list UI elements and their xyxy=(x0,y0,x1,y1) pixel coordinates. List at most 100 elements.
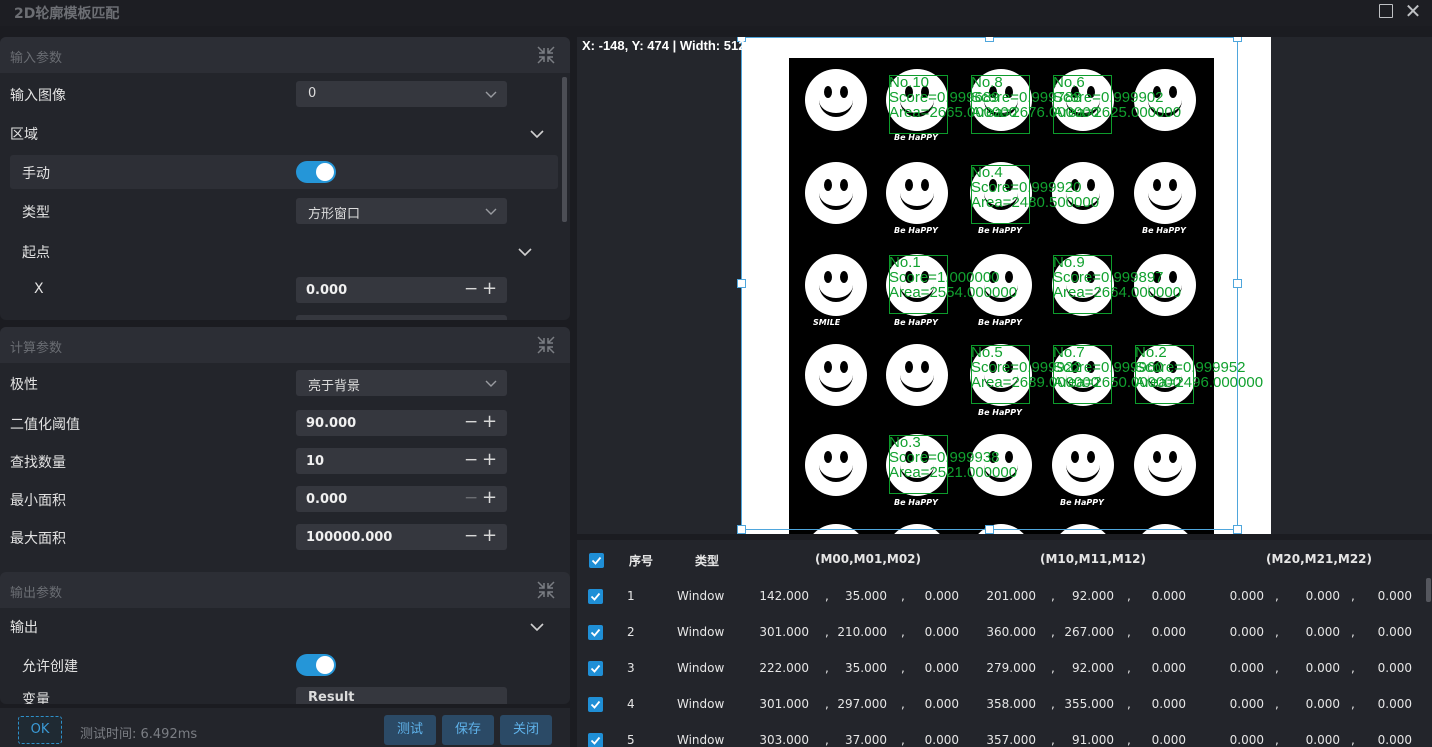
output-row[interactable]: 输出 xyxy=(0,609,560,643)
cell-separator: , xyxy=(1051,697,1055,711)
cell-separator: , xyxy=(901,625,905,639)
coordinate-readout: X: -148, Y: 474 | Width: 512, Height: 48… xyxy=(582,38,823,53)
cell-separator: , xyxy=(1275,733,1279,747)
collapse-icon[interactable] xyxy=(536,580,556,600)
row-checkbox[interactable] xyxy=(588,625,603,640)
header-index: 序号 xyxy=(629,554,654,568)
cell-type: Window xyxy=(677,697,725,711)
maximize-icon[interactable] xyxy=(1377,2,1395,20)
increment-button[interactable]: + xyxy=(482,449,497,470)
manual-toggle[interactable] xyxy=(296,161,336,183)
min-area-spinbox[interactable]: 0.000 − + xyxy=(296,486,507,512)
close-button[interactable]: 关闭 xyxy=(500,715,552,745)
cell-separator: , xyxy=(901,661,905,675)
cell-separator: , xyxy=(901,589,905,603)
cell-value: 301.000 xyxy=(759,625,809,639)
polarity-select[interactable]: 亮于背景 xyxy=(296,370,507,396)
chevron-down-icon xyxy=(485,208,497,215)
allow-create-toggle[interactable] xyxy=(296,654,336,676)
section-title: 输入参数 xyxy=(10,51,63,66)
cell-value: 92.000 xyxy=(1072,661,1114,675)
cell-value: 0.000 xyxy=(924,661,959,675)
find-count-label: 查找数量 xyxy=(10,455,66,471)
ok-button[interactable]: OK xyxy=(18,716,62,744)
roi-handle[interactable] xyxy=(1233,37,1242,42)
cell-index: 1 xyxy=(627,589,635,603)
cell-value: 0.000 xyxy=(1305,733,1340,747)
row-checkbox[interactable] xyxy=(588,733,603,747)
cell-separator: , xyxy=(1275,589,1279,603)
type-label: 类型 xyxy=(22,205,50,221)
roi-handle[interactable] xyxy=(985,37,994,42)
cell-separator: , xyxy=(1127,625,1131,639)
collapse-icon[interactable] xyxy=(536,45,556,65)
cell-value: 0.000 xyxy=(1229,625,1264,639)
decrement-button[interactable]: − xyxy=(464,488,478,508)
increment-button[interactable]: + xyxy=(482,525,497,546)
max-area-label: 最大面积 xyxy=(10,531,66,547)
decrement-button[interactable]: − xyxy=(464,526,478,546)
min-area-label: 最小面积 xyxy=(10,493,66,509)
chevron-down-icon[interactable] xyxy=(530,127,544,141)
cell-value: 358.000 xyxy=(986,697,1036,711)
cell-value: 0.000 xyxy=(924,589,959,603)
cell-separator: , xyxy=(1351,661,1355,675)
x-spinbox[interactable]: 0.000 − + xyxy=(296,277,507,303)
cell-separator: , xyxy=(1351,697,1355,711)
decrement-button[interactable]: − xyxy=(464,279,478,299)
test-button[interactable]: 测试 xyxy=(384,715,436,745)
cell-value: 0.000 xyxy=(1229,661,1264,675)
polarity-row: 极性 亮于背景 xyxy=(0,366,560,400)
header-m2: (M20,M21,M22) xyxy=(1266,552,1373,566)
cell-type: Window xyxy=(677,733,725,747)
roi-handle[interactable] xyxy=(737,279,746,288)
increment-button[interactable]: + xyxy=(482,278,497,299)
increment-button[interactable]: + xyxy=(482,411,497,432)
window-title: 2D轮廓模板匹配 xyxy=(14,6,120,22)
table-scrollbar[interactable] xyxy=(1426,578,1431,602)
row-checkbox[interactable] xyxy=(588,661,603,676)
input-params-header[interactable]: 输入参数 xyxy=(0,37,570,73)
roi-handle[interactable] xyxy=(1233,525,1242,534)
region-row[interactable]: 区域 xyxy=(0,116,560,150)
close-icon[interactable]: ✕ xyxy=(1404,1,1422,21)
roi-handle[interactable] xyxy=(737,525,746,534)
calc-params-header[interactable]: 计算参数 xyxy=(0,327,570,363)
roi-rectangle[interactable] xyxy=(741,37,1238,530)
variable-row: 变量 Result xyxy=(0,685,560,704)
output-params-header[interactable]: 输出参数 xyxy=(0,572,570,608)
roi-handle[interactable] xyxy=(1233,279,1242,288)
decrement-button[interactable]: − xyxy=(464,412,478,432)
cell-value: 35.000 xyxy=(845,589,887,603)
type-value: 方形窗口 xyxy=(308,207,361,222)
variable-field[interactable]: Result xyxy=(296,687,507,704)
image-viewer[interactable]: Be HaPPY Be HaPPY Be HaPPY Be HaPPY Be HaPPY… xyxy=(577,37,1432,534)
find-count-spinbox[interactable]: 10 − + xyxy=(296,448,507,474)
chevron-down-icon[interactable] xyxy=(530,620,544,634)
cell-value: 142.000 xyxy=(759,589,809,603)
collapse-icon[interactable] xyxy=(536,335,556,355)
results-table: 序号 类型 (M00,M01,M02) (M10,M11,M12) (M20,M… xyxy=(577,540,1432,747)
row-checkbox[interactable] xyxy=(588,589,603,604)
roi-handle[interactable] xyxy=(985,525,994,534)
start-point-row[interactable]: 起点 xyxy=(0,234,560,268)
type-select[interactable]: 方形窗口 xyxy=(296,198,507,224)
cell-separator: , xyxy=(1275,661,1279,675)
header-type: 类型 xyxy=(695,554,720,568)
select-all-checkbox[interactable] xyxy=(589,553,604,568)
scrollbar[interactable] xyxy=(562,77,567,222)
cell-value: 201.000 xyxy=(986,589,1036,603)
max-area-spinbox[interactable]: 100000.000 − + xyxy=(296,524,507,550)
decrement-button[interactable]: − xyxy=(464,450,478,470)
cell-index: 3 xyxy=(627,661,635,675)
input-image-value: 0 xyxy=(308,86,317,101)
cell-value: 303.000 xyxy=(759,733,809,747)
threshold-spinbox[interactable]: 90.000 − + xyxy=(296,410,507,436)
save-button[interactable]: 保存 xyxy=(442,715,494,745)
partial-field xyxy=(296,315,507,320)
input-image-select[interactable]: 0 xyxy=(296,81,507,107)
cell-value: 297.000 xyxy=(837,697,887,711)
chevron-down-icon[interactable] xyxy=(518,245,532,259)
row-checkbox[interactable] xyxy=(588,697,603,712)
increment-button[interactable]: + xyxy=(482,487,497,508)
